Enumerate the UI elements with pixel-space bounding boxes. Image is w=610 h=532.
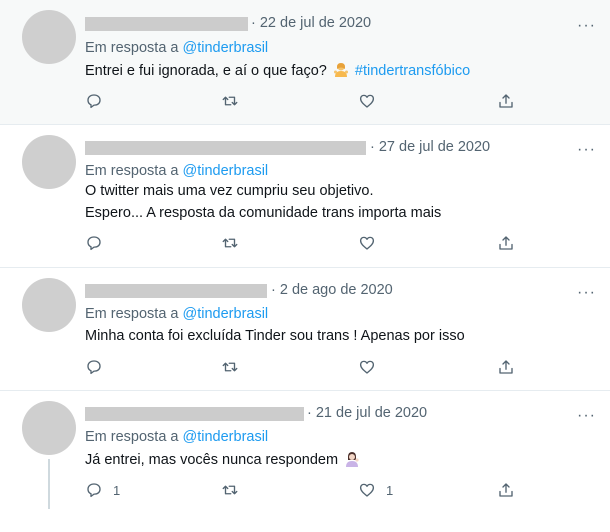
reply-icon (87, 94, 101, 109)
reply-prefix: Em resposta a (85, 40, 183, 56)
retweet-button[interactable] (221, 481, 249, 499)
woman-tipping-hand-emoji (344, 451, 360, 474)
tweet-date[interactable]: · 21 de jul de 2020 (307, 405, 427, 421)
tweet-feed: · 22 de jul de 2020 ··· Em resposta a @t… (0, 0, 610, 532)
tweet-text: O twitter mais uma vez cumpriu seu objet… (85, 180, 441, 224)
retweet-button[interactable] (221, 358, 249, 376)
like-button[interactable] (358, 234, 386, 252)
retweet-button[interactable] (221, 92, 249, 110)
reply-icon (87, 360, 101, 375)
tweet-text: Minha conta foi excluída Tinder sou tran… (85, 325, 465, 347)
reply-prefix: Em resposta a (85, 429, 183, 445)
avatar[interactable] (22, 135, 76, 189)
reply-handle[interactable]: @tinderbrasil (183, 306, 269, 322)
tweet-date[interactable]: · 2 de ago de 2020 (271, 282, 393, 298)
more-icon[interactable]: ··· (577, 408, 596, 424)
tweet-line: Entrei e fui ignorada, e aí o que faço? (85, 63, 327, 79)
reply-prefix: Em resposta a (85, 163, 183, 179)
retweet-icon (222, 362, 238, 372)
tweet-date[interactable]: · 22 de jul de 2020 (251, 15, 371, 31)
tweet-line: Já entrei, mas vocês nunca respondem (85, 452, 339, 468)
share-button[interactable] (497, 234, 515, 252)
avatar[interactable] (22, 401, 76, 455)
share-button[interactable] (497, 481, 515, 499)
reply-handle[interactable]: @tinderbrasil (183, 40, 269, 56)
reply-context: Em resposta a @tinderbrasil (85, 40, 268, 56)
tweet[interactable]: · 2 de ago de 2020 ··· Em resposta a @ti… (0, 268, 610, 391)
tweet-line: Minha conta foi excluída Tinder sou tran… (85, 328, 465, 344)
reply-handle[interactable]: @tinderbrasil (183, 429, 269, 445)
avatar[interactable] (22, 10, 76, 64)
share-button[interactable] (497, 358, 515, 376)
reply-context: Em resposta a @tinderbrasil (85, 306, 268, 322)
reply-button[interactable] (85, 92, 113, 110)
more-icon[interactable]: ··· (577, 18, 596, 34)
like-count: 1 (386, 482, 394, 498)
reply-button[interactable]: 1 (85, 481, 120, 499)
reply-prefix: Em resposta a (85, 306, 183, 322)
hashtag-link[interactable]: #tindertransfóbico (355, 63, 470, 79)
tweet[interactable]: · 27 de jul de 2020 ··· Em resposta a @t… (0, 125, 610, 268)
reply-icon (87, 236, 101, 251)
person-shrugging-emoji (333, 62, 349, 85)
tweet-actions (85, 234, 515, 256)
share-icon (499, 236, 513, 250)
reply-context: Em resposta a @tinderbrasil (85, 163, 268, 179)
tweet-line: Espero... A resposta da comunidade trans… (85, 205, 442, 221)
tweet-actions (85, 92, 515, 114)
share-icon (499, 360, 513, 374)
tweet-actions (85, 358, 515, 380)
tweet-line: O twitter mais uma vez cumpriu seu objet… (85, 183, 374, 199)
redacted-username (85, 141, 366, 155)
redacted-username (85, 17, 248, 31)
more-icon[interactable]: ··· (577, 285, 596, 301)
thread-line (48, 459, 50, 509)
retweet-icon (222, 485, 238, 495)
tweet-date[interactable]: · 27 de jul de 2020 (370, 139, 490, 155)
retweet-icon (222, 96, 238, 106)
reply-button[interactable] (85, 358, 113, 376)
share-icon (499, 483, 513, 497)
more-icon[interactable]: ··· (577, 142, 596, 158)
reply-button[interactable] (85, 234, 113, 252)
share-button[interactable] (497, 92, 515, 110)
retweet-icon (222, 238, 238, 248)
like-icon (359, 483, 375, 497)
like-icon (359, 236, 375, 250)
reply-count: 1 (113, 482, 121, 498)
tweet-text: Entrei e fui ignorada, e aí o que faço? … (85, 60, 470, 85)
redacted-username (85, 407, 304, 421)
share-icon (499, 94, 513, 108)
avatar[interactable] (22, 278, 76, 332)
tweet-actions: 1 1 (85, 481, 515, 503)
retweet-button[interactable] (221, 234, 249, 252)
reply-handle[interactable]: @tinderbrasil (183, 163, 269, 179)
tweet[interactable]: · 22 de jul de 2020 ··· Em resposta a @t… (0, 0, 610, 125)
redacted-username (85, 284, 267, 298)
like-button[interactable] (358, 358, 386, 376)
tweet[interactable]: · 21 de jul de 2020 ··· Em resposta a @t… (0, 391, 610, 532)
like-button[interactable] (358, 92, 386, 110)
tweet-text: Já entrei, mas vocês nunca respondem (85, 449, 362, 474)
reply-icon (87, 483, 101, 498)
like-icon (359, 360, 375, 374)
like-button[interactable]: 1 (358, 481, 393, 499)
like-icon (359, 94, 375, 108)
reply-context: Em resposta a @tinderbrasil (85, 429, 268, 445)
